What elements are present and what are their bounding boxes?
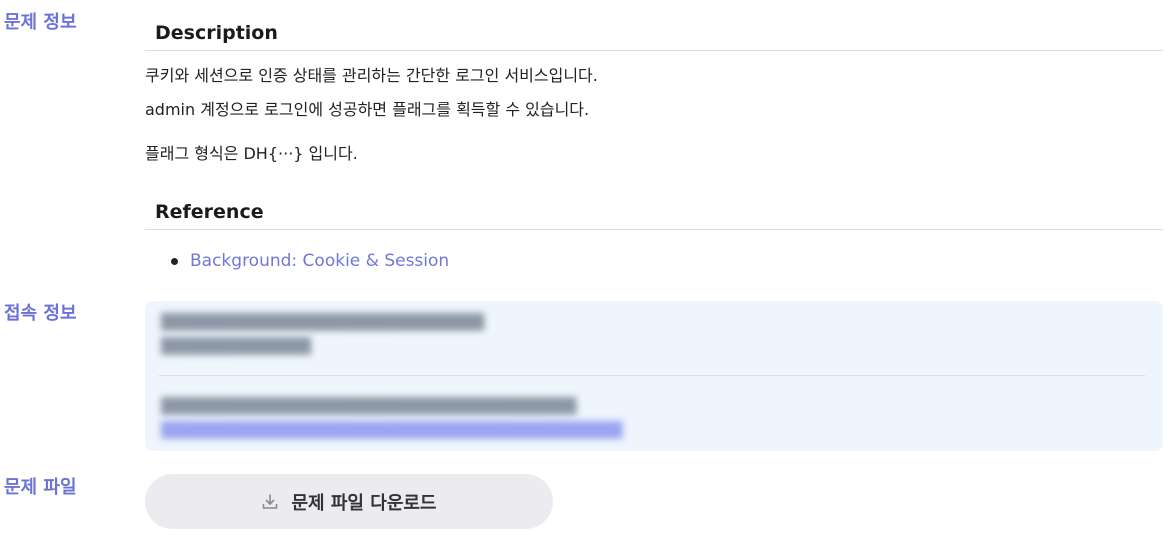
description-heading: Description — [145, 17, 1163, 51]
redacted-url-link[interactable]: ████████████████████████████████████████ — [161, 421, 622, 439]
description-line-1: 쿠키와 세션으로 인증 상태를 관리하는 간단한 로그인 서비스입니다. — [145, 66, 598, 85]
download-icon — [261, 493, 279, 511]
reference-item: Background: Cookie & Session — [145, 246, 1163, 276]
connection-divider — [159, 375, 1145, 376]
reference-link-cookie-session[interactable]: Background: Cookie & Session — [190, 251, 449, 271]
reference-list: Background: Cookie & Session — [145, 246, 1163, 276]
reference-heading: Reference — [145, 196, 1163, 230]
problem-file-label: 문제 파일 — [4, 477, 77, 498]
download-button-label: 문제 파일 다운로드 — [291, 492, 437, 514]
flag-format-line: 플래그 형식은 DH{···} 입니다. — [145, 144, 358, 163]
redacted-command-line: ████████████████████████████████████ — [161, 397, 577, 415]
download-problem-file-button[interactable]: 문제 파일 다운로드 — [145, 474, 553, 529]
reference-section: Reference Background: Cookie & Session — [145, 196, 1163, 276]
description-line-2: admin 계정으로 로그인에 성공하면 플래그를 획득할 수 있습니다. — [145, 100, 590, 119]
connection-info-label: 접속 정보 — [4, 303, 77, 324]
redacted-host-line: ████████████████████████████ — [161, 313, 484, 331]
connection-info-box: ████████████████████████████ ███████████… — [145, 301, 1163, 451]
description-section: Description 쿠키와 세션으로 인증 상태를 관리하는 간단한 로그인… — [145, 17, 1163, 171]
problem-info-label: 문제 정보 — [4, 12, 77, 33]
redacted-port-line: █████████████ — [161, 337, 311, 355]
bullet-icon — [171, 258, 178, 265]
